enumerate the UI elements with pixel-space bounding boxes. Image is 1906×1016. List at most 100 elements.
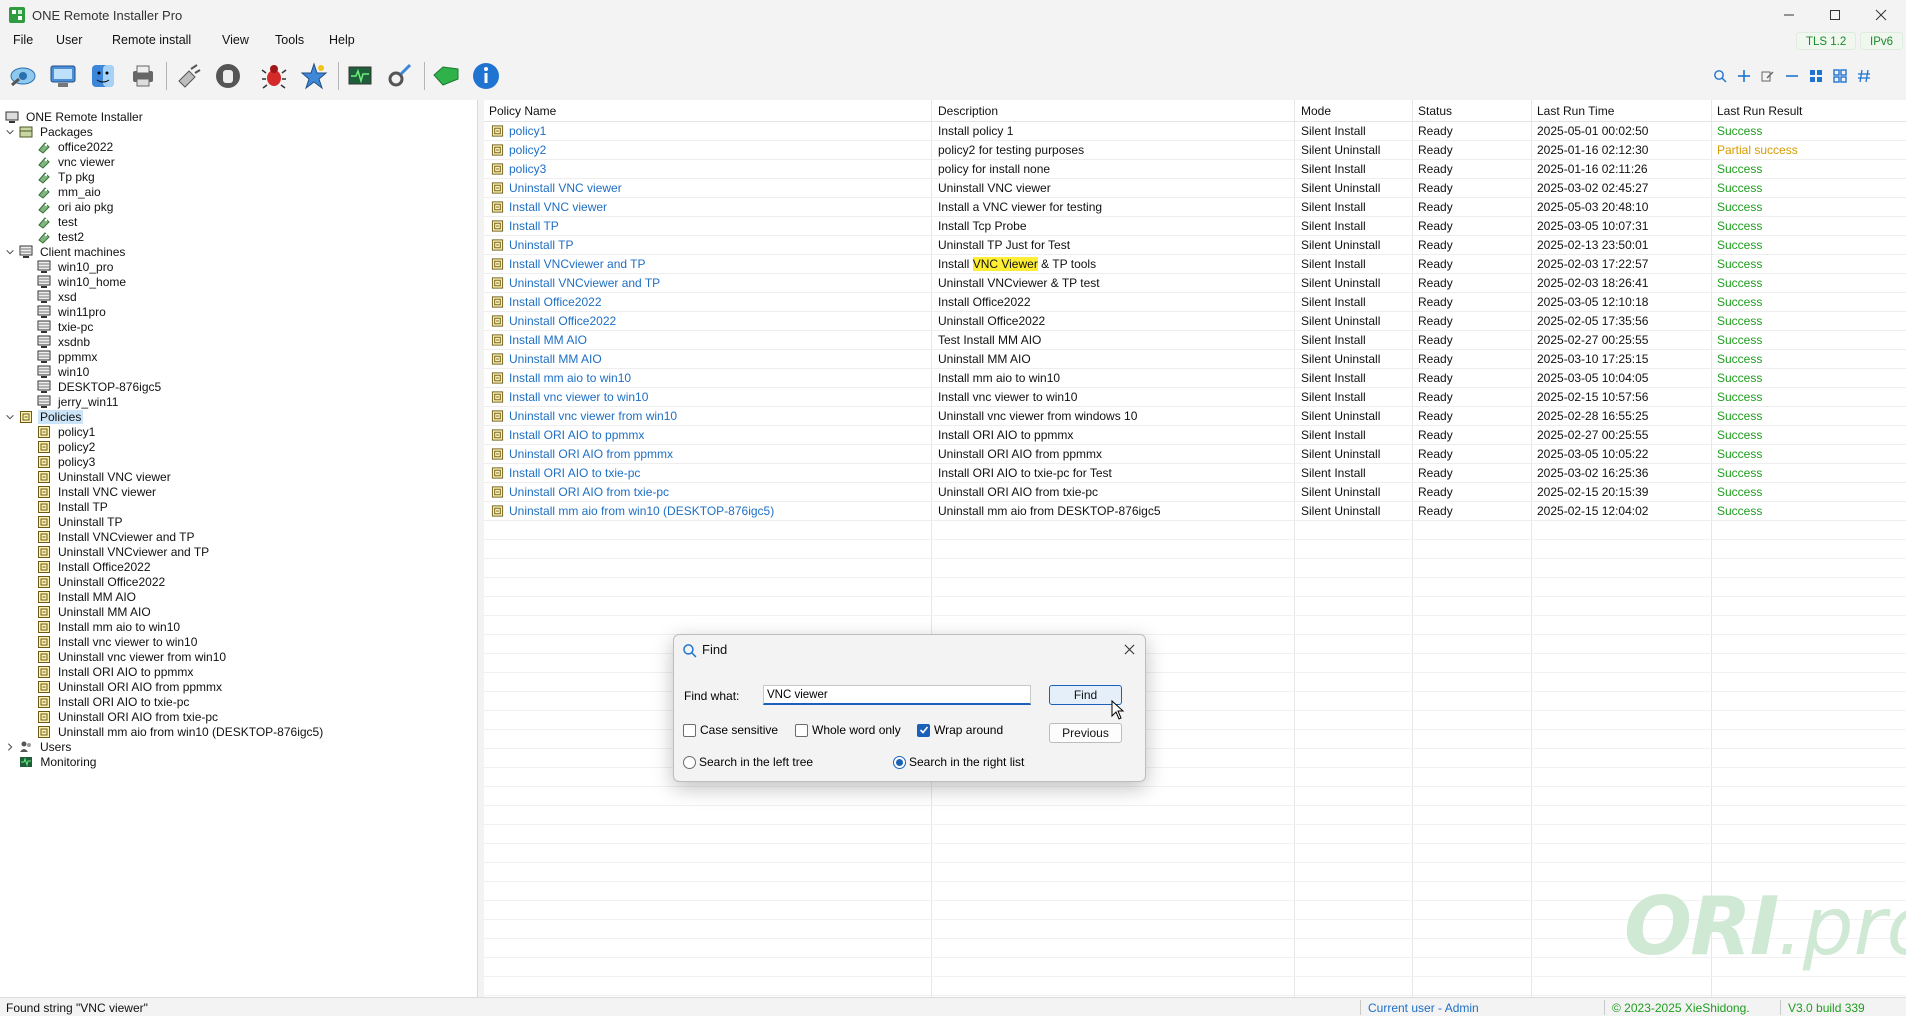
maximize-button[interactable]	[1812, 0, 1858, 30]
cell-policy-name[interactable]: Uninstall ORI AIO from txie-pc	[509, 485, 669, 499]
table-row[interactable]: Install TP Install Tcp Probe Silent Instal…	[484, 217, 1906, 236]
monitoring-button[interactable]	[342, 58, 378, 94]
cell-policy-name[interactable]: policy1	[509, 124, 546, 138]
table-row[interactable]: Install mm aio to win10 Install mm aio to…	[484, 369, 1906, 388]
tree-node-monitoring[interactable]: Monitoring	[18, 753, 98, 771]
chevron-right-icon[interactable]	[4, 738, 16, 756]
cell-policy-name[interactable]: Uninstall MM AIO	[509, 352, 602, 366]
table-row[interactable]: Uninstall ORI AIO from ppmmx Uninstall OR…	[484, 445, 1906, 464]
table-row[interactable]: Install vnc viewer to win10 Install vnc v…	[484, 388, 1906, 407]
table-row[interactable]: Uninstall VNCviewer and TP Uninstall VNCv…	[484, 274, 1906, 293]
cell-policy-name[interactable]: Uninstall ORI AIO from ppmmx	[509, 447, 673, 461]
edit-button[interactable]	[1759, 67, 1777, 85]
table-row[interactable]: Uninstall MM AIO Uninstall MM AIO Silent U…	[484, 350, 1906, 369]
about-button[interactable]	[468, 58, 504, 94]
cell-policy-name[interactable]: policy2	[509, 143, 546, 157]
table-row[interactable]: Install Office2022 Install Office2022 Sile…	[484, 293, 1906, 312]
cell-policy-name[interactable]: Install ORI AIO to txie-pc	[509, 466, 640, 480]
grid-view-button[interactable]	[1807, 67, 1825, 85]
whole-word-checkbox[interactable]: Whole word only	[795, 723, 901, 737]
chevron-down-icon[interactable]	[4, 243, 16, 261]
col-last-run-time[interactable]: Last Run Time	[1537, 104, 1614, 118]
col-policy-name[interactable]: Policy Name	[489, 104, 556, 118]
radio-dot-selected[interactable]	[893, 755, 906, 769]
cell-policy-name[interactable]: Install TP	[509, 219, 559, 233]
menu-user[interactable]: User	[56, 33, 82, 47]
plugin-button[interactable]	[170, 58, 206, 94]
connect-button[interactable]	[5, 58, 41, 94]
table-row[interactable]: policy3 policy for install none Silent Ins…	[484, 160, 1906, 179]
chevron-down-icon[interactable]	[4, 123, 16, 141]
checkbox-box-checked[interactable]	[917, 723, 930, 737]
cell-policy-name[interactable]: Install VNCviewer and TP	[509, 257, 646, 271]
remove-button[interactable]	[1783, 67, 1801, 85]
scan-computers-button[interactable]	[45, 58, 81, 94]
search-button[interactable]	[1711, 67, 1729, 85]
tree-item-policy[interactable]: Uninstall mm aio from win10 (DESKTOP-876…	[36, 723, 325, 741]
search-right-radio[interactable]: Search in the right list	[893, 755, 1024, 769]
table-row[interactable]: Uninstall mm aio from win10 (DESKTOP-876…	[484, 502, 1906, 521]
cell-policy-name[interactable]: Install mm aio to win10	[509, 371, 631, 385]
col-description[interactable]: Description	[938, 104, 998, 118]
finder-button[interactable]	[85, 58, 121, 94]
chevron-down-icon[interactable]	[4, 408, 16, 426]
cell-policy-name[interactable]: Install Office2022	[509, 295, 602, 309]
tree-item-label: Install mm aio to win10	[58, 620, 181, 634]
cell-policy-name[interactable]: Uninstall vnc viewer from win10	[509, 409, 677, 423]
col-mode[interactable]: Mode	[1301, 104, 1331, 118]
cell-policy-name[interactable]: Uninstall VNCviewer and TP	[509, 276, 660, 290]
close-window-button[interactable]	[1858, 0, 1904, 30]
tag-button[interactable]	[428, 58, 464, 94]
search-left-radio[interactable]: Search in the left tree	[683, 755, 813, 769]
table-row[interactable]: Install ORI AIO to txie-pc Install ORI AI…	[484, 464, 1906, 483]
cell-policy-name[interactable]: policy3	[509, 162, 546, 176]
cell-policy-name[interactable]: Install MM AIO	[509, 333, 587, 347]
tile-view-button[interactable]	[1831, 67, 1849, 85]
menu-view[interactable]: View	[222, 33, 249, 47]
cell-status: Ready	[1418, 447, 1453, 461]
hash-button[interactable]	[1855, 67, 1873, 85]
col-last-run-result[interactable]: Last Run Result	[1717, 104, 1802, 118]
printer-button[interactable]	[125, 58, 161, 94]
find-what-input[interactable]	[763, 685, 1031, 705]
settings-button[interactable]	[382, 58, 418, 94]
table-row[interactable]: policy1 Install policy 1 Silent Install Rea…	[484, 122, 1906, 141]
previous-button[interactable]: Previous	[1049, 723, 1122, 743]
cell-policy-name[interactable]: Uninstall TP	[509, 238, 573, 252]
checkbox-box[interactable]	[683, 723, 696, 737]
cell-policy-name[interactable]: Install VNC viewer	[509, 200, 607, 214]
table-row[interactable]: Install MM AIO Test Install MM AIO Silent …	[484, 331, 1906, 350]
checkbox-box[interactable]	[795, 723, 808, 737]
table-row[interactable]: Uninstall ORI AIO from txie-pc Uninstall …	[484, 483, 1906, 502]
menu-file[interactable]: File	[13, 33, 33, 47]
cell-mode: Silent Uninstall	[1301, 485, 1381, 499]
table-row[interactable]: Uninstall TP Uninstall TP Just for Test Si…	[484, 236, 1906, 255]
cell-policy-name[interactable]: Uninstall Office2022	[509, 314, 616, 328]
menu-tools[interactable]: Tools	[275, 33, 304, 47]
case-sensitive-checkbox[interactable]: Case sensitive	[683, 723, 778, 737]
add-button[interactable]	[1735, 67, 1753, 85]
table-row[interactable]: Install VNC viewer Install a VNC viewer f…	[484, 198, 1906, 217]
cell-policy-name[interactable]: Uninstall mm aio from win10 (DESKTOP-876…	[509, 504, 774, 518]
radio-dot[interactable]	[683, 755, 696, 769]
menu-help[interactable]: Help	[329, 33, 355, 47]
table-row[interactable]: Install ORI AIO to ppmmx Install ORI AIO …	[484, 426, 1906, 445]
stop-button[interactable]	[210, 58, 246, 94]
table-row[interactable]: Uninstall vnc viewer from win10 Uninstall…	[484, 407, 1906, 426]
cell-policy-name[interactable]: Install ORI AIO to ppmmx	[509, 428, 644, 442]
cell-last-run-time: 2025-02-15 10:57:56	[1537, 390, 1649, 404]
table-row[interactable]: Install VNCviewer and TP Install VNC View…	[484, 255, 1906, 274]
cell-policy-name[interactable]: Uninstall VNC viewer	[509, 181, 622, 195]
debug-button[interactable]	[256, 58, 292, 94]
wrap-around-checkbox[interactable]: Wrap around	[917, 723, 1003, 737]
menu-remote-install[interactable]: Remote install	[112, 33, 191, 47]
cell-last-run-time: 2025-03-02 16:25:36	[1537, 466, 1649, 480]
table-row[interactable]: policy2 policy2 for testing purposes Silen…	[484, 141, 1906, 160]
table-row[interactable]: Uninstall VNC viewer Uninstall VNC viewer…	[484, 179, 1906, 198]
cell-policy-name[interactable]: Install vnc viewer to win10	[509, 390, 648, 404]
star-burst-button[interactable]	[296, 58, 332, 94]
table-row[interactable]: Uninstall Office2022 Uninstall Office2022…	[484, 312, 1906, 331]
col-status[interactable]: Status	[1418, 104, 1452, 118]
dialog-close-button[interactable]	[1119, 639, 1139, 659]
minimize-button[interactable]	[1766, 0, 1812, 30]
